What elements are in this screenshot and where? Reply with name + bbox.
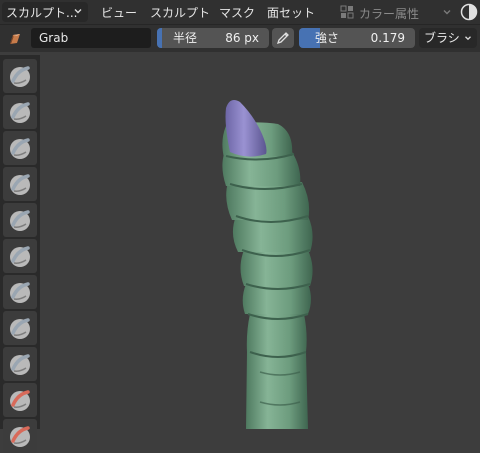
header-bar: スカルプト... ビュー スカルプト マスク 面セット カラー属性 (0, 0, 480, 24)
menu-face-sets[interactable]: 面セット (267, 4, 315, 21)
brush-menu[interactable]: ブラシ (419, 28, 477, 48)
mode-select-label: スカルプト... (6, 5, 78, 20)
chevron-down-icon (465, 36, 471, 41)
3d-viewport[interactable] (40, 52, 480, 429)
tool-button-clay-thumb[interactable] (3, 203, 37, 237)
smooth-icon (10, 390, 30, 411)
radius-value: 86 px (225, 31, 259, 45)
tool-button-clay-strips[interactable] (3, 167, 37, 201)
tool-button-blob[interactable] (3, 311, 37, 345)
tool-button-flatten[interactable] (3, 419, 37, 453)
radius-slider-fill (157, 28, 162, 48)
crease-icon (10, 354, 30, 375)
tool-button-crease[interactable] (3, 347, 37, 381)
tool-shelf (0, 55, 40, 453)
chevron-down-icon (443, 10, 451, 15)
brush-name-field[interactable]: Grab (31, 28, 151, 48)
model-body (222, 122, 313, 429)
clay-thumb-icon (10, 210, 30, 231)
blob-icon (10, 318, 30, 339)
viewport-shading-icon[interactable] (460, 3, 478, 21)
draw-icon (10, 66, 30, 87)
color-attribute-label: カラー属性 (359, 7, 420, 21)
flatten-icon (10, 426, 30, 447)
menu-mask[interactable]: マスク (219, 4, 255, 21)
pressure-toggle-button[interactable] (272, 28, 294, 48)
brush-menu-label: ブラシ (424, 31, 460, 45)
pen-pressure-icon (276, 32, 289, 45)
chevron-down-icon (74, 9, 82, 14)
layer-icon (10, 246, 30, 267)
radius-slider[interactable]: 半径 86 px (157, 28, 269, 48)
strength-value: 0.179 (370, 31, 405, 45)
inflate-icon (10, 282, 30, 303)
tool-button-clay[interactable] (3, 131, 37, 165)
tool-button-draw[interactable] (3, 59, 37, 93)
sculpt-model (222, 100, 313, 429)
radius-label: 半径 (173, 31, 198, 45)
color-attribute-select[interactable]: カラー属性 (337, 2, 456, 22)
clay-icon (10, 138, 30, 159)
color-attribute-icon (340, 5, 354, 19)
tool-button-layer[interactable] (3, 239, 37, 273)
menu-sculpt[interactable]: スカルプト (150, 4, 210, 21)
tool-button-draw-sharp[interactable] (3, 95, 37, 129)
strength-label: 強さ (315, 31, 340, 45)
tool-button-inflate[interactable] (3, 275, 37, 309)
tool-settings-bar: Grab 半径 86 px 強さ 0.179 ブラシ (0, 24, 480, 52)
menu-view[interactable]: ビュー (101, 4, 137, 21)
draw-sharp-icon (10, 102, 30, 123)
strength-slider[interactable]: 強さ 0.179 (299, 28, 415, 48)
brush-icon (10, 34, 20, 44)
mode-select[interactable]: スカルプト... (2, 2, 88, 22)
clay-strips-icon (10, 174, 30, 195)
tool-button-smooth[interactable] (3, 383, 37, 417)
